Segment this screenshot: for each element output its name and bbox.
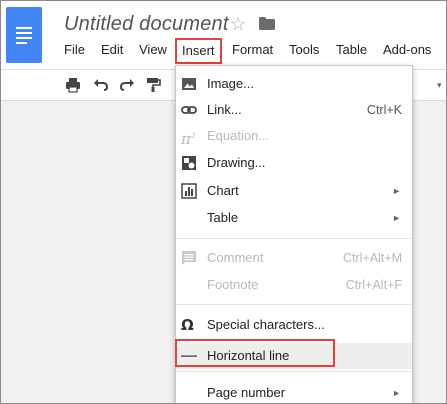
insert-menu-dropdown: Image... Link... Ctrl+K π2 Equation... D… — [175, 65, 413, 403]
menu-item-special-characters[interactable]: Ω Special characters... — [176, 312, 412, 338]
menu-item-shortcut: Ctrl+Alt+M — [342, 251, 402, 265]
menu-item-page-number[interactable]: Page number ► — [176, 380, 412, 403]
submenu-arrow-icon: ► — [392, 388, 401, 398]
menu-item-label: Chart — [207, 183, 239, 198]
submenu-arrow-icon: ► — [392, 186, 401, 196]
menu-item-label: Drawing... — [207, 155, 266, 170]
menu-insert[interactable]: Insert — [175, 38, 222, 64]
menu-item-link[interactable]: Link... Ctrl+K — [176, 97, 412, 123]
menu-item-image[interactable]: Image... — [176, 71, 412, 97]
menu-item-footnote[interactable]: Footnote Ctrl+Alt+F — [176, 272, 412, 298]
menu-table[interactable]: Table — [336, 41, 367, 59]
folder-icon[interactable] — [259, 17, 275, 30]
menu-item-label: Footnote — [207, 277, 259, 292]
paint-format-icon[interactable] — [145, 77, 161, 93]
menu-item-label: Equation... — [207, 128, 270, 143]
menu-item-shortcut: Ctrl+K — [366, 103, 402, 117]
menu-item-label: Image... — [207, 76, 254, 91]
menu-separator — [176, 238, 412, 239]
menu-item-label: Page number — [207, 385, 286, 400]
redo-icon[interactable] — [119, 77, 135, 93]
drawing-icon — [182, 156, 196, 170]
equation-icon: π2 — [181, 130, 196, 148]
image-icon — [182, 78, 196, 90]
omega-icon: Ω — [181, 316, 194, 334]
toolbar-overflow-caret-icon[interactable]: ▾ — [437, 80, 442, 91]
menu-item-label: Comment — [207, 250, 264, 265]
docs-logo-icon[interactable] — [6, 7, 42, 63]
menu-item-label: Table — [207, 210, 239, 225]
app-window: Untitled document ☆ File Edit View Inser… — [0, 0, 447, 404]
comment-icon — [182, 251, 196, 265]
menu-item-drawing[interactable]: Drawing... — [176, 150, 412, 176]
menu-edit[interactable]: Edit — [101, 41, 123, 59]
menu-item-shortcut: Ctrl+Alt+F — [345, 278, 402, 292]
menu-view[interactable]: View — [139, 41, 167, 59]
menu-add-ons[interactable]: Add-ons — [383, 41, 431, 59]
menu-item-chart[interactable]: Chart ► — [176, 178, 412, 204]
document-title[interactable]: Untitled document — [64, 13, 229, 36]
menu-item-equation[interactable]: π2 Equation... — [176, 123, 412, 149]
menu-separator — [176, 371, 412, 372]
submenu-arrow-icon: ► — [392, 213, 401, 223]
menu-tools[interactable]: Tools — [289, 41, 319, 59]
menu-item-label: Special characters... — [207, 317, 325, 332]
menu-format[interactable]: Format — [232, 41, 273, 59]
menu-file[interactable]: File — [64, 41, 85, 59]
print-icon[interactable] — [65, 77, 81, 93]
menu-item-table[interactable]: Table ► — [176, 205, 412, 231]
header: Untitled document ☆ File Edit View Inser… — [1, 1, 446, 69]
horizontal-line-icon — [181, 355, 197, 357]
menu-item-label: Link... — [207, 102, 242, 117]
menu-item-horizontal-line[interactable]: Horizontal line — [176, 343, 412, 369]
menu-separator — [176, 304, 412, 305]
chart-icon — [181, 183, 197, 199]
link-icon — [181, 106, 197, 114]
undo-icon[interactable] — [93, 77, 109, 93]
docs-logo-lines — [16, 27, 32, 47]
menu-item-comment[interactable]: Comment Ctrl+Alt+M — [176, 245, 412, 271]
menu-item-label: Horizontal line — [207, 348, 290, 363]
star-icon[interactable]: ☆ — [230, 13, 246, 35]
